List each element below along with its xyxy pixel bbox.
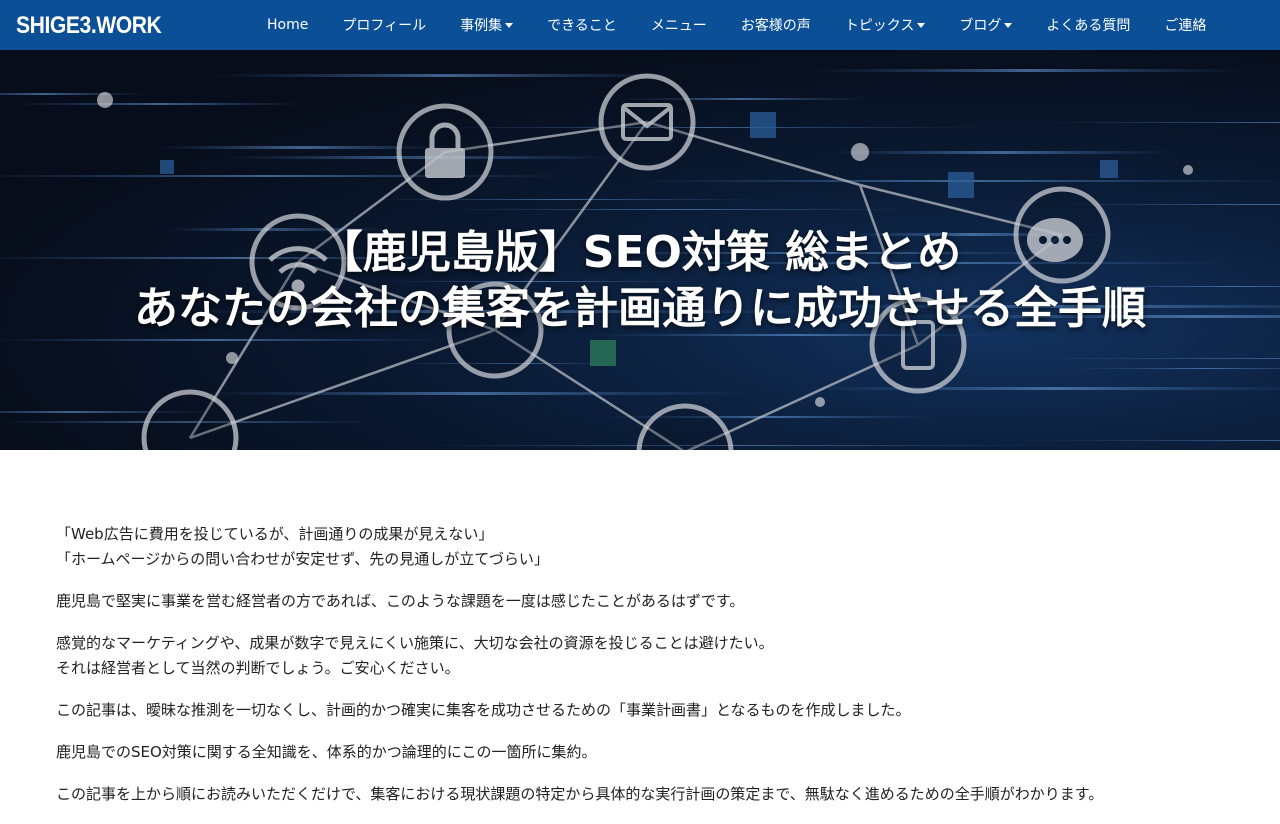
hero-title: 【鹿児島版】SEO対策 総まとめ あなたの会社の集客を計画通りに成功させる全手順 xyxy=(0,225,1280,337)
light-streak xyxy=(433,209,924,210)
nav-item-label: 事例集 xyxy=(460,18,503,34)
headset-node xyxy=(141,389,239,450)
nav-item-9[interactable]: ご連絡 xyxy=(1147,0,1223,50)
paragraph-line: 鹿児島でのSEO対策に関する全知識を、体系的かつ論理的にこの一箇所に集約。 xyxy=(56,743,597,761)
top-navigation-bar: SHIGE3.WORK Home プロフィール 事例集 できること メニュー お客様の声 ト… xyxy=(0,0,1280,50)
light-streak xyxy=(194,392,752,395)
light-streak xyxy=(419,127,992,128)
paragraph-line: 感覚的なマーケティングや、成果が数字で見えにくい施策に、大切な会社の資源を投じる… xyxy=(56,634,774,652)
light-streak xyxy=(11,103,308,105)
nav-item-label: ご連絡 xyxy=(1164,18,1207,34)
nav-item-label: お客様の声 xyxy=(740,18,811,34)
nav-item-0[interactable]: Home xyxy=(250,0,325,50)
intro-paragraph: 感覚的なマーケティングや、成果が数字で見えにくい施策に、大切な会社の資源を投じる… xyxy=(56,631,1226,681)
paragraph-line: 「Web広告に費用を投じているが、計画通りの成果が見えない」 xyxy=(56,525,494,543)
nav-item-5[interactable]: お客様の声 xyxy=(724,0,828,50)
dropdown-caret-icon xyxy=(505,22,514,28)
light-streak xyxy=(1010,440,1280,441)
light-streak xyxy=(827,151,1176,154)
light-streak xyxy=(363,199,764,200)
intro-paragraph: この記事は、曖昧な推測を一切なくし、計画的かつ確実に集客を成功させるための「事業… xyxy=(56,698,1226,723)
light-streak xyxy=(1066,368,1280,369)
light-streak xyxy=(996,358,1280,359)
nav-item-label: トピックス xyxy=(844,18,915,34)
light-streak xyxy=(0,175,580,177)
nav-item-label: プロフィール xyxy=(342,18,427,34)
globe-node xyxy=(636,403,734,450)
nav-item-6[interactable]: トピックス xyxy=(828,0,943,50)
hero-title-line-2: あなたの会社の集客を計画通りに成功させる全手順 xyxy=(134,283,1146,334)
lock-icon xyxy=(425,148,465,178)
hero-banner: 【鹿児島版】SEO対策 総まとめ あなたの会社の集客を計画通りに成功させる全手順 xyxy=(0,50,1280,450)
nav-item-7[interactable]: ブログ xyxy=(942,0,1029,50)
light-streak xyxy=(813,69,1244,72)
mail-node xyxy=(598,73,696,171)
paragraph-line: それは経営者として当然の判断でしょう。ご安心ください。 xyxy=(56,659,460,677)
intro-paragraph: 鹿児島で堅実に事業を営む経営者の方であれば、このような課題を一度は感じたことがあ… xyxy=(56,589,1226,614)
paragraph-line: 鹿児島で堅実に事業を営む経営者の方であれば、このような課題を一度は感じたことがあ… xyxy=(56,592,745,610)
article-intro: 「Web広告に費用を投じているが、計画通りの成果が見えない」「ホームページからの… xyxy=(56,522,1226,824)
light-streak xyxy=(1024,122,1280,123)
light-streak xyxy=(799,387,1280,390)
light-streak xyxy=(0,339,444,341)
nav-item-label: できること xyxy=(547,18,617,34)
paragraph-line: この記事は、曖昧な推測を一切なくし、計画的かつ確実に集客を成功させるための「事業… xyxy=(56,701,911,719)
nav-item-3[interactable]: できること xyxy=(530,0,634,50)
nav-item-2[interactable]: 事例集 xyxy=(443,0,530,50)
dropdown-caret-icon xyxy=(1004,22,1013,28)
nav-item-4[interactable]: メニュー xyxy=(634,0,724,50)
intro-paragraph: 「Web広告に費用を投じているが、計画通りの成果が見えない」「ホームページからの… xyxy=(56,522,1226,572)
dropdown-caret-icon xyxy=(917,22,926,28)
intro-paragraph: この記事を上から順にお読みいただくだけで、集客における現状課題の特定から具体的な… xyxy=(56,782,1226,807)
nav-item-1[interactable]: プロフィール xyxy=(325,0,443,50)
nav-item-label: よくある質問 xyxy=(1046,18,1131,34)
paragraph-line: この記事を上から順にお読みいただくだけで、集客における現状課題の特定から具体的な… xyxy=(56,785,1104,803)
paragraph-line: 「ホームページからの問い合わせが安定せず、先の見通しが立てづらい」 xyxy=(56,550,549,568)
nav-item-8[interactable]: よくある質問 xyxy=(1029,0,1147,50)
light-streak xyxy=(0,93,148,95)
nav-item-label: Home xyxy=(267,17,309,33)
light-streak xyxy=(208,74,684,77)
hero-title-line-1: 【鹿児島版】SEO対策 総まとめ xyxy=(318,227,962,278)
intro-paragraph: 鹿児島でのSEO対策に関する全知識を、体系的かつ論理的にこの一箇所に集約。 xyxy=(56,740,1226,765)
nav-item-label: メニュー xyxy=(650,18,707,34)
site-logo[interactable]: SHIGE3.WORK xyxy=(16,12,162,40)
main-nav: Home プロフィール 事例集 できること メニュー お客様の声 トピックス ブログ よくある質… xyxy=(250,0,1223,50)
nav-item-label: ブログ xyxy=(959,18,1002,34)
